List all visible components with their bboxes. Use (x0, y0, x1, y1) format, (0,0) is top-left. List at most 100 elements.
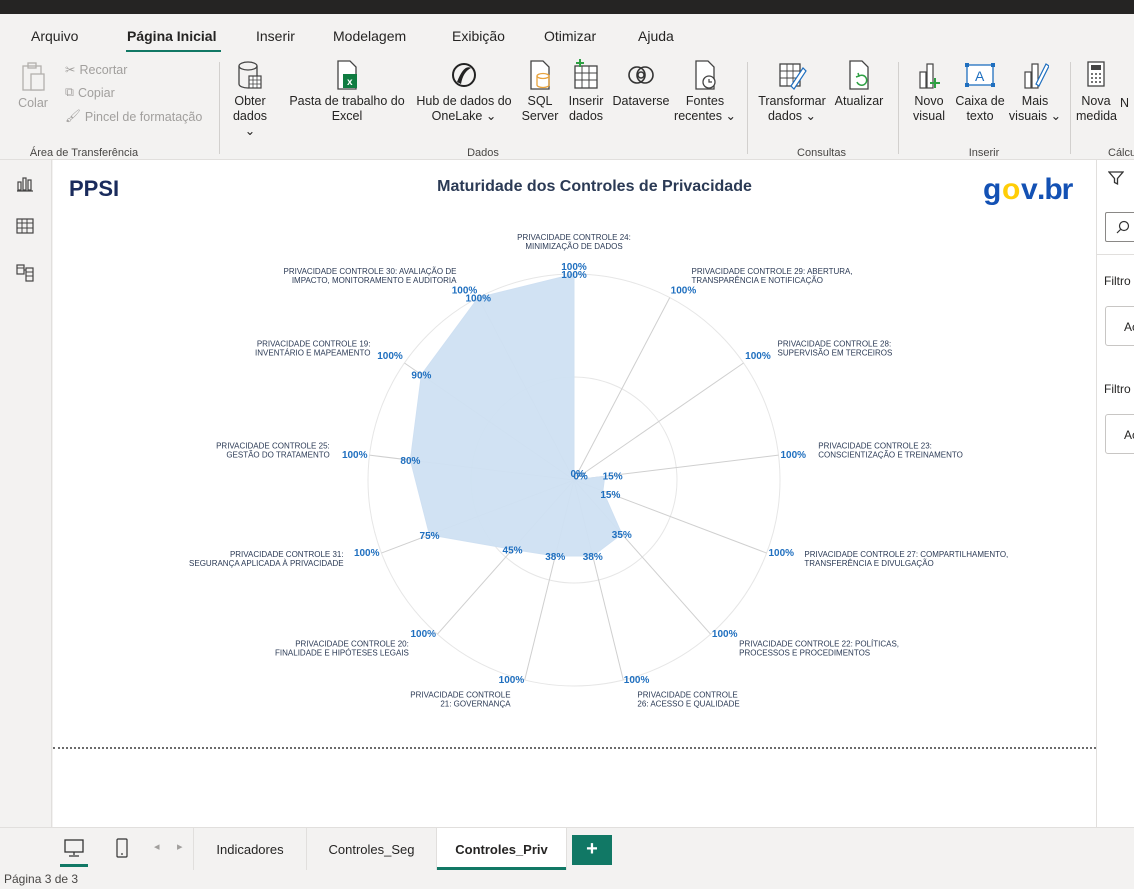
target-value-label: 100% (624, 675, 650, 686)
next-ribbon-button-cut[interactable]: N (1120, 96, 1134, 111)
new-visual-label-2: visual (913, 109, 945, 123)
transform-data-icon (779, 63, 807, 90)
transform-data-button[interactable]: Transformar dados ⌄ (755, 58, 829, 124)
page-boundary-line (53, 747, 1096, 749)
copy-icon: ⧉ (65, 85, 74, 99)
cut-label: Recortar (79, 62, 128, 77)
menu-modelagem[interactable]: Modelagem (333, 28, 406, 44)
actual-value-label: 35% (612, 530, 632, 541)
recent-label: Fontes (685, 94, 725, 108)
target-value-label: 100% (354, 548, 380, 559)
scroll-right-icon[interactable]: ▸ (177, 840, 183, 853)
group-separator (898, 62, 899, 154)
paste-icon (22, 62, 45, 91)
cut-button[interactable]: ✂ Recortar (65, 62, 128, 78)
pane-divider (1097, 254, 1134, 255)
new-visual-button[interactable]: Novo visual (906, 58, 952, 124)
axis-label-line: PRIVACIDADE CONTROLE (410, 690, 510, 699)
filter-card[interactable]: Ac (1105, 306, 1134, 346)
target-value-label: 100% (499, 675, 525, 686)
scroll-left-icon[interactable]: ◂ (154, 840, 160, 853)
menu-ajuda[interactable]: Ajuda (638, 28, 674, 44)
dataverse-button[interactable]: Dataverse (609, 58, 673, 109)
axis-label-line: 21: GOVERNANÇA (440, 699, 511, 708)
copy-button[interactable]: ⧉ Copiar (65, 85, 115, 100)
axis-label-line: 26: ACESSO E QUALIDADE (637, 699, 739, 708)
excel-workbook-button[interactable]: x Pasta de trabalho do Excel (283, 58, 411, 124)
calculator-icon (1087, 61, 1105, 87)
axis-label-line: TRANSPARÊNCIA E NOTIFICAÇÃO (692, 276, 823, 285)
axis-label-line: INVENTÁRIO E MAPEAMENTO (255, 348, 370, 357)
filter-section-label: Filtro (1104, 274, 1131, 288)
actual-value-label: 75% (420, 531, 440, 542)
menu-pagina-inicial[interactable]: Página Inicial (127, 28, 216, 44)
onelake-label: Hub de dados do (416, 94, 512, 108)
report-canvas[interactable]: PPSI Maturidade dos Controles de Privaci… (53, 160, 1096, 827)
axis-label-line: PRIVACIDADE CONTROLE 29: ABERTURA, (692, 267, 853, 276)
actual-value-label: 15% (603, 471, 623, 482)
paste-button[interactable]: Colar (18, 60, 48, 111)
transform-label-2: dados ⌄ (767, 109, 816, 123)
axis-label-line: PRIVACIDADE CONTROLE 24: (517, 233, 631, 242)
recent-label-2: recentes ⌄ (674, 109, 736, 123)
filters-pane: Filtro Ac Filtro Ac (1096, 160, 1134, 830)
target-value-label: 100% (342, 450, 368, 461)
axis-label-line: TRANSFERÊNCIA E DIVULGAÇÃO (804, 559, 933, 568)
menu-arquivo[interactable]: Arquivo (31, 28, 78, 44)
page-info: Página 3 de 3 (4, 872, 79, 886)
axis-label-line: SEGURANÇA APLICADA À PRIVACIDADE (189, 559, 344, 568)
axis-label-line: GESTÃO DO TRATAMENTO (226, 451, 329, 460)
group-separator (1070, 62, 1071, 154)
tab-indicadores[interactable]: Indicadores (194, 828, 307, 870)
axis-label: PRIVACIDADE CONTROLE 30: AVALIAÇÃO DE IMP… (284, 267, 458, 285)
report-view-icon[interactable] (16, 176, 34, 192)
axis-label: PRIVACIDADE CONTROLE 27: COMPARTILHAMENT… (804, 550, 1008, 568)
axis-label: PRIVACIDADE CONTROLE 23: CONSCIENTIZAÇÃO … (818, 442, 963, 460)
group-label-queries: Consultas (797, 147, 846, 159)
dataverse-label: Dataverse (612, 94, 670, 108)
tab-controles-seg[interactable]: Controles_Seg (307, 828, 437, 870)
scissors-icon: ✂ (65, 63, 76, 77)
refresh-button[interactable]: Atualizar (830, 58, 888, 109)
group-separator (219, 62, 220, 154)
radar-area (409, 273, 623, 557)
desktop-layout-icon[interactable] (63, 838, 85, 858)
filter-icon[interactable] (1108, 170, 1124, 186)
radar-chart[interactable]: PRIVACIDADE CONTROLE 24: MINIMIZAÇÃO DE D… (53, 160, 1096, 747)
more-visuals-button[interactable]: Mais visuais ⌄ (1008, 58, 1062, 124)
actual-value-label: 100% (561, 270, 587, 281)
axis-label-line: SUPERVISÃO EM TERCEIROS (778, 348, 893, 357)
menu-exibicao[interactable]: Exibição (452, 28, 505, 44)
recent-sources-button[interactable]: Fontes recentes ⌄ (672, 58, 738, 124)
filter-search-input[interactable] (1105, 212, 1134, 242)
get-data-button[interactable]: Obter dados ⌄ (228, 58, 272, 139)
axis-label: PRIVACIDADE CONTROLE 28: SUPERVISÃO EM TE… (778, 339, 893, 357)
get-data-label-2: dados ⌄ (232, 109, 268, 138)
axis-label-line: PRIVACIDADE CONTROLE 31: (230, 550, 344, 559)
menu-otimizar[interactable]: Otimizar (544, 28, 596, 44)
sql-server-icon (530, 60, 550, 90)
model-view-icon[interactable] (16, 264, 34, 282)
target-value-label: 100% (410, 629, 436, 640)
text-box-button[interactable]: A Caixa de texto (952, 58, 1008, 124)
menu-inserir[interactable]: Inserir (256, 28, 295, 44)
tab-controles-priv[interactable]: Controles_Priv (437, 828, 567, 870)
text-box-label: Caixa de (955, 94, 1005, 108)
title-bar (0, 0, 1134, 14)
sql-server-button[interactable]: SQL Server (519, 58, 561, 124)
paste-label: Colar (18, 96, 48, 110)
new-measure-label: Nova (1081, 94, 1111, 108)
actual-value-label: 45% (503, 545, 523, 556)
onelake-hub-button[interactable]: Hub de dados do OneLake ⌄ (411, 58, 517, 124)
add-page-button[interactable]: + (572, 835, 612, 865)
axis-label-line: PRIVACIDADE CONTROLE 23: (818, 442, 932, 451)
new-measure-label-2: medida (1076, 109, 1117, 123)
format-painter-button[interactable]: 🖌 Pincel de formatação (65, 109, 202, 124)
filter-card[interactable]: Ac (1105, 414, 1134, 454)
table-view-icon[interactable] (16, 218, 34, 234)
page-tab-bar: ◂ ▸ Indicadores Controles_Seg Controles_… (0, 827, 1134, 870)
mobile-layout-icon[interactable] (114, 837, 130, 859)
enter-data-button[interactable]: Inserir dados (563, 58, 609, 124)
axis-label: PRIVACIDADE CONTROLE 26: ACESSO E QUALIDA… (637, 690, 739, 708)
new-measure-button[interactable]: Nova medida (1076, 58, 1117, 124)
